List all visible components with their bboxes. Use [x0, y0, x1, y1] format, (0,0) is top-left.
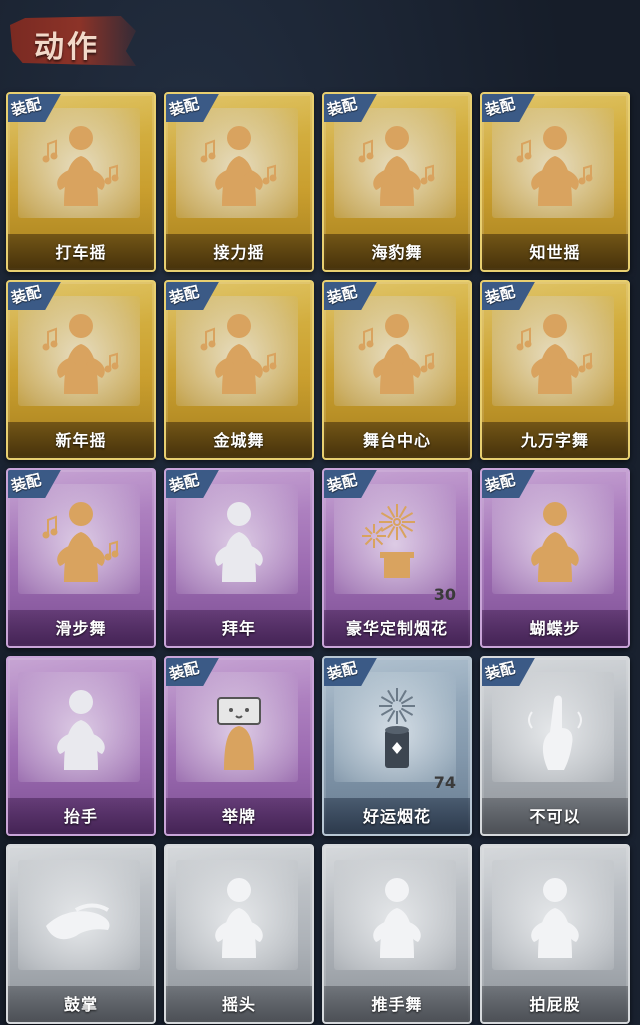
equipped-badge: 装配 [482, 658, 536, 686]
emote-card[interactable]: 拍屁股 [480, 844, 630, 1024]
card-label: 打车摇 [55, 243, 107, 262]
equipped-badge: 装配 [166, 282, 220, 310]
equipped-badge: 装配 [8, 94, 62, 122]
equipped-badge: 装配 [482, 282, 536, 310]
card-label: 拜年 [221, 619, 256, 638]
card-label: 豪华定制烟花 [345, 619, 448, 638]
dance-figure-icon [36, 494, 126, 584]
emote-card[interactable]: 接力摇 装配 [164, 92, 314, 272]
emote-card[interactable]: 蝴蝶步 装配 [480, 468, 630, 648]
card-label: 蝴蝶步 [529, 619, 581, 638]
emote-card[interactable]: 30 豪华定制烟花 装配 [322, 468, 472, 648]
card-label: 好运烟花 [362, 807, 431, 826]
dance-figure-icon [352, 306, 442, 396]
card-label: 接力摇 [213, 243, 265, 262]
equipped-badge: 装配 [324, 470, 378, 498]
equipped-badge: 装配 [166, 94, 220, 122]
equipped-badge: 装配 [166, 658, 220, 686]
item-count: 30 [433, 585, 456, 604]
card-label: 摇头 [221, 995, 256, 1014]
raise-hand-figure-icon [36, 682, 126, 772]
emote-card[interactable]: 拜年 装配 [164, 468, 314, 648]
card-label: 知世摇 [529, 243, 581, 262]
emote-card[interactable]: 举牌 装配 [164, 656, 314, 836]
equipped-badge: 装配 [482, 94, 536, 122]
emote-card[interactable]: 金城舞 装配 [164, 280, 314, 460]
emote-card[interactable]: 舞台中心 装配 [322, 280, 472, 460]
dance-figure-icon [194, 306, 284, 396]
emote-card[interactable]: 鼓掌 [6, 844, 156, 1024]
card-label: 九万字舞 [520, 431, 589, 450]
emote-card[interactable]: 摇头 [164, 844, 314, 1024]
equipped-badge: 装配 [166, 470, 220, 498]
card-label: 金城舞 [213, 431, 265, 450]
emote-card[interactable]: 海豹舞 装配 [322, 92, 472, 272]
emote-card[interactable]: 推手舞 [322, 844, 472, 1024]
card-label: 新年摇 [55, 431, 107, 450]
pointing-figure-icon [510, 494, 600, 584]
bow-figure-icon [194, 494, 284, 584]
card-label: 举牌 [221, 807, 256, 826]
emote-card[interactable]: 滑步舞 装配 [6, 468, 156, 648]
firework-can-icon [352, 682, 442, 772]
emote-card[interactable]: 抬手 [6, 656, 156, 836]
card-label: 不可以 [529, 807, 581, 826]
dance-figure-icon [194, 118, 284, 208]
dance-figure-icon [352, 118, 442, 208]
hold-sign-figure-icon [194, 682, 284, 772]
equipped-badge: 装配 [8, 282, 62, 310]
item-count: 74 [433, 773, 456, 792]
fireworks-box-icon [352, 494, 442, 584]
card-label: 滑步舞 [55, 619, 107, 638]
card-label: 舞台中心 [362, 431, 431, 450]
dance-figure-icon [36, 118, 126, 208]
card-label: 抬手 [63, 807, 98, 826]
equipped-badge: 装配 [324, 658, 378, 686]
page-title: 动作 [34, 30, 100, 65]
emote-card[interactable]: 不可以 装配 [480, 656, 630, 836]
finger-wag-icon [510, 682, 600, 772]
section-header: 动作 [4, 4, 136, 76]
emote-card[interactable]: 新年摇 装配 [6, 280, 156, 460]
equipped-badge: 装配 [482, 470, 536, 498]
card-label: 鼓掌 [63, 995, 98, 1014]
emote-card[interactable]: 九万字舞 装配 [480, 280, 630, 460]
dance-figure-icon [510, 118, 600, 208]
clap-hands-icon [36, 870, 126, 960]
equipped-badge: 装配 [8, 470, 62, 498]
dance-figure-icon [36, 306, 126, 396]
push-hands-figure-icon [352, 870, 442, 960]
card-label: 推手舞 [371, 995, 423, 1014]
card-label: 海豹舞 [371, 243, 423, 262]
dance-figure-icon [510, 306, 600, 396]
emote-card[interactable]: 知世摇 装配 [480, 92, 630, 272]
equipped-badge: 装配 [324, 94, 378, 122]
slap-figure-icon [510, 870, 600, 960]
emote-card[interactable]: 74 好运烟花 装配 [322, 656, 472, 836]
card-label: 拍屁股 [529, 995, 581, 1014]
shake-head-figure-icon [194, 870, 284, 960]
equipped-badge: 装配 [324, 282, 378, 310]
emote-grid: 打车摇 装配 接力摇 装配 海豹舞 装配 知世摇 装配 新年摇 装配 金城舞 装配 舞台中心 装配 九万字舞… [0, 88, 640, 1025]
emote-card[interactable]: 打车摇 装配 [6, 92, 156, 272]
